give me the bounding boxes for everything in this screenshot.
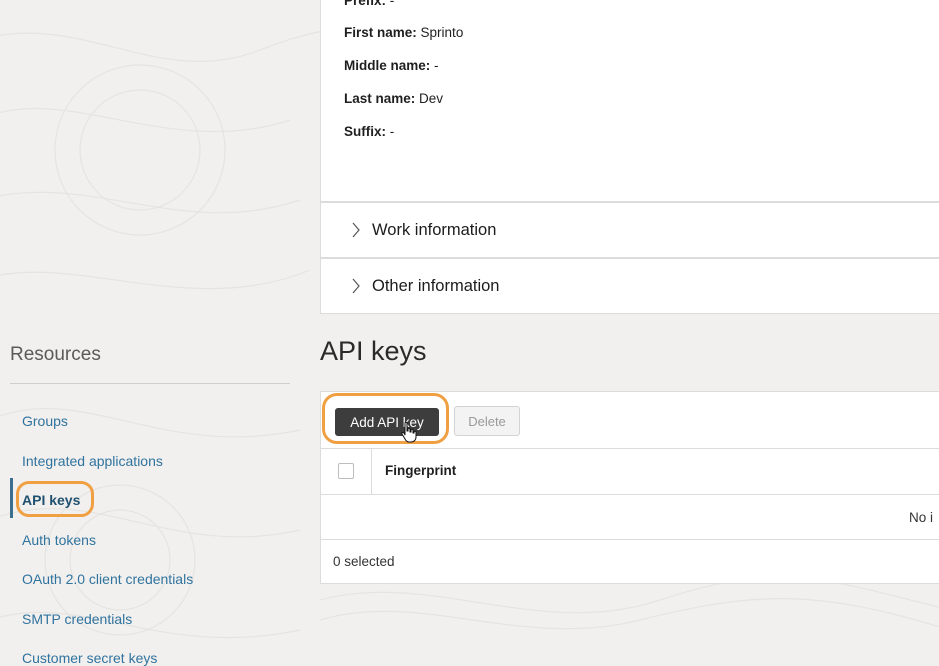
- sidebar-item-auth-tokens[interactable]: Auth tokens: [22, 532, 96, 548]
- prefix-field: Prefix: -: [344, 0, 394, 8]
- suffix-value: -: [389, 124, 395, 139]
- middle-name-field: Middle name: -: [344, 58, 439, 73]
- suffix-label: Suffix:: [344, 124, 386, 139]
- table-header-row: Fingerprint: [321, 449, 939, 494]
- middle-name-label: Middle name:: [344, 58, 431, 73]
- resources-divider: [10, 383, 290, 384]
- work-information-label: Work information: [372, 220, 497, 239]
- suffix-field: Suffix: -: [344, 124, 394, 139]
- column-divider: [371, 449, 372, 494]
- last-name-value: Dev: [419, 91, 444, 106]
- first-name-label: First name:: [344, 25, 417, 40]
- first-name-value: Sprinto: [420, 25, 464, 40]
- row-divider: [321, 494, 939, 495]
- sidebar-item-oauth-client-credentials[interactable]: OAuth 2.0 client credentials: [22, 571, 193, 587]
- delete-button[interactable]: Delete: [454, 406, 520, 436]
- work-information-expander[interactable]: Work information: [320, 202, 939, 258]
- user-details-card: Prefix: - First name: Sprinto Middle nam…: [320, 0, 939, 202]
- empty-table-message: No i: [909, 510, 934, 525]
- api-keys-table: Add API key Delete Fingerprint No i 0 se…: [320, 391, 939, 584]
- selection-count: 0 selected: [333, 554, 395, 569]
- resources-heading: Resources: [10, 344, 101, 365]
- other-information-label: Other information: [372, 276, 500, 295]
- add-api-key-button[interactable]: Add API key: [335, 408, 439, 436]
- highlight-ring: [16, 481, 94, 517]
- chevron-right-icon: [352, 278, 360, 294]
- other-information-expander[interactable]: Other information: [320, 258, 939, 314]
- last-name-label: Last name:: [344, 91, 416, 106]
- prefix-value: -: [389, 0, 395, 8]
- last-name-field: Last name: Dev: [344, 91, 443, 106]
- hand-pointer-icon: [401, 421, 417, 443]
- column-header-fingerprint[interactable]: Fingerprint: [385, 463, 456, 478]
- prefix-label: Prefix:: [344, 0, 387, 8]
- sidebar-item-customer-secret-keys[interactable]: Customer secret keys: [22, 650, 157, 666]
- sidebar-item-groups[interactable]: Groups: [22, 413, 68, 429]
- active-item-indicator: [10, 478, 13, 518]
- chevron-right-icon: [352, 222, 360, 238]
- first-name-field: First name: Sprinto: [344, 25, 463, 40]
- sidebar-item-integrated-applications[interactable]: Integrated applications: [22, 453, 163, 469]
- api-keys-title: API keys: [320, 336, 427, 366]
- row-divider: [321, 539, 939, 540]
- select-all-checkbox[interactable]: [338, 463, 354, 479]
- middle-name-value: -: [434, 58, 439, 73]
- sidebar-item-smtp-credentials[interactable]: SMTP credentials: [22, 611, 132, 627]
